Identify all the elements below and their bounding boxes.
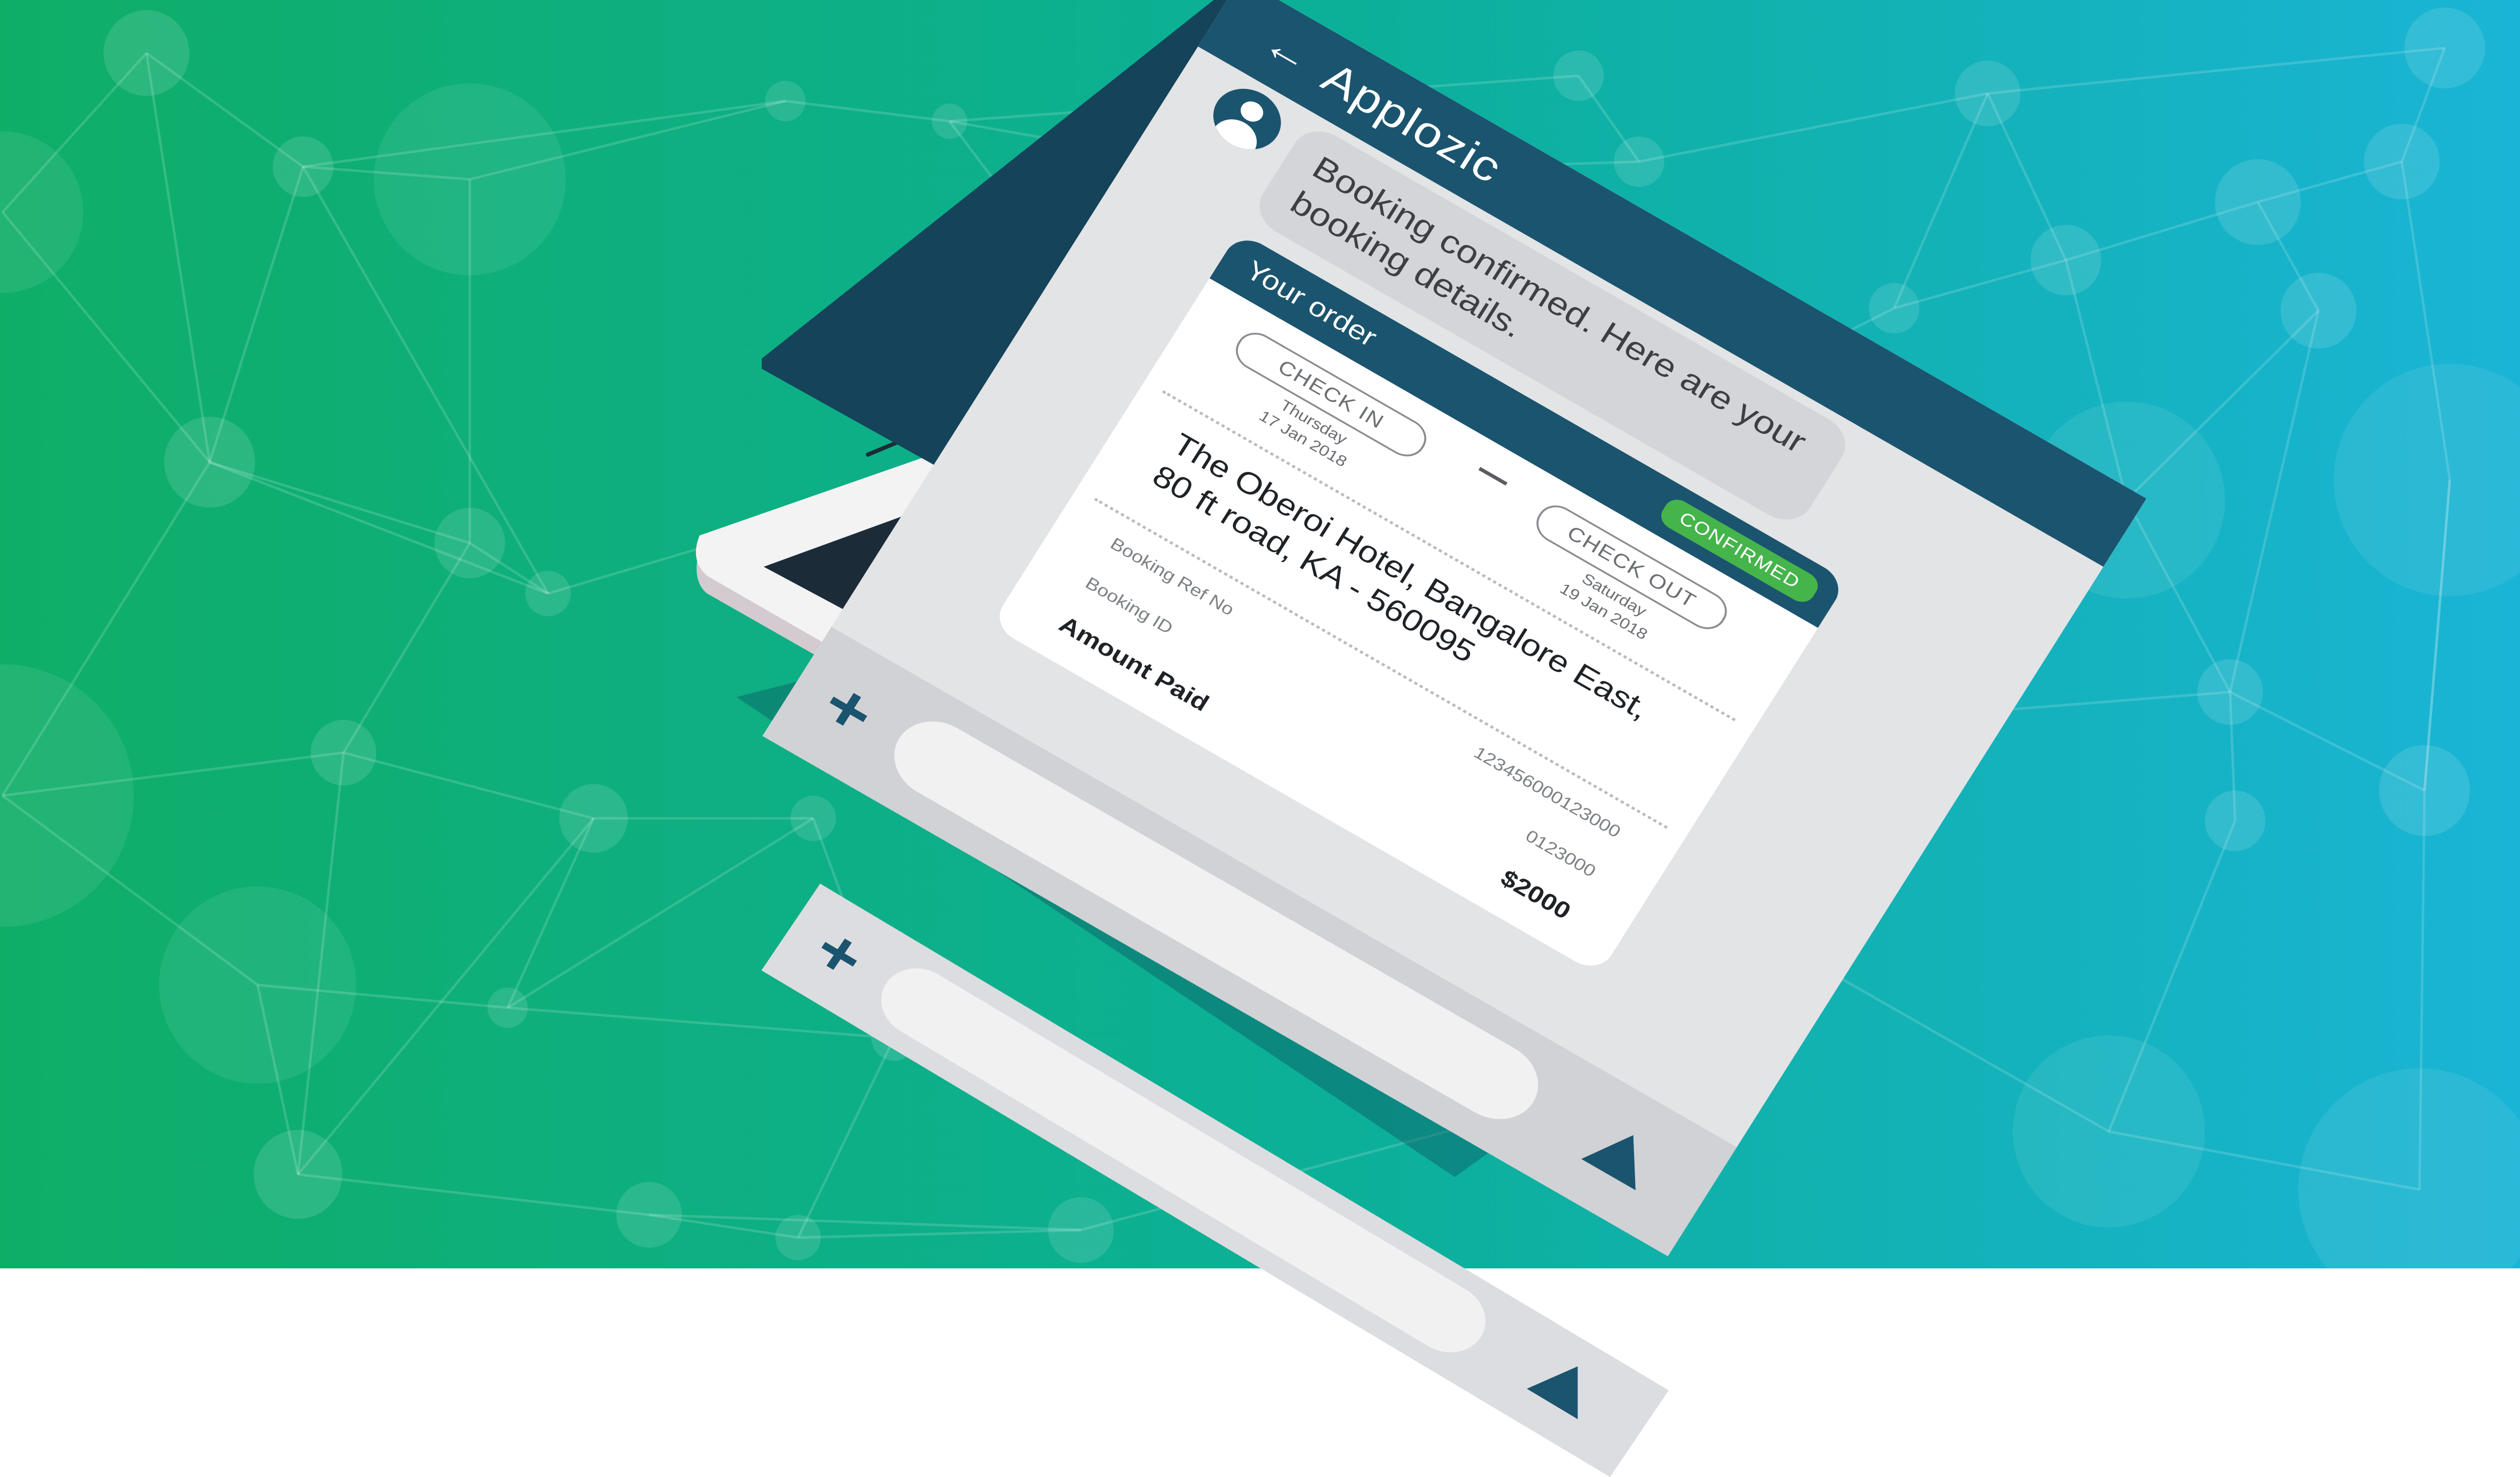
network-node	[164, 417, 255, 508]
network-node	[487, 988, 528, 1028]
network-node	[932, 104, 967, 139]
network-node	[559, 784, 628, 853]
network-node	[159, 887, 356, 1084]
network-node	[254, 1130, 342, 1219]
send-icon[interactable]	[1581, 1119, 1661, 1191]
network-node	[273, 136, 333, 197]
network-node	[1955, 61, 2020, 126]
plus-icon[interactable]: +	[793, 658, 904, 760]
network-node	[1553, 51, 1604, 101]
network-node	[1048, 1197, 1114, 1263]
network-node	[311, 720, 376, 785]
network-node	[2205, 791, 2265, 851]
network-node	[2031, 225, 2101, 296]
network-node	[525, 571, 571, 616]
network-node	[616, 1182, 682, 1248]
network-node	[2013, 1036, 2205, 1227]
network-node	[2364, 124, 2440, 200]
network-node	[765, 81, 806, 121]
network-node	[2215, 159, 2301, 245]
date-separator	[1478, 467, 1508, 486]
network-node	[2379, 745, 2470, 836]
network-node	[2281, 273, 2356, 349]
network-node	[434, 508, 505, 578]
device-send-icon[interactable]	[1526, 1351, 1603, 1419]
network-node	[2197, 659, 2263, 725]
amount-label: Amount Paid	[1054, 610, 1214, 717]
network-node	[2404, 8, 2485, 88]
network-node	[790, 796, 836, 841]
network-node	[374, 83, 566, 275]
device-plus-icon[interactable]: +	[786, 905, 893, 1003]
network-node	[1869, 283, 1919, 333]
network-node	[1614, 136, 1664, 187]
network-node	[775, 1215, 821, 1260]
network-node	[104, 10, 189, 96]
arrow-left-icon[interactable]: ←	[1254, 18, 1322, 84]
